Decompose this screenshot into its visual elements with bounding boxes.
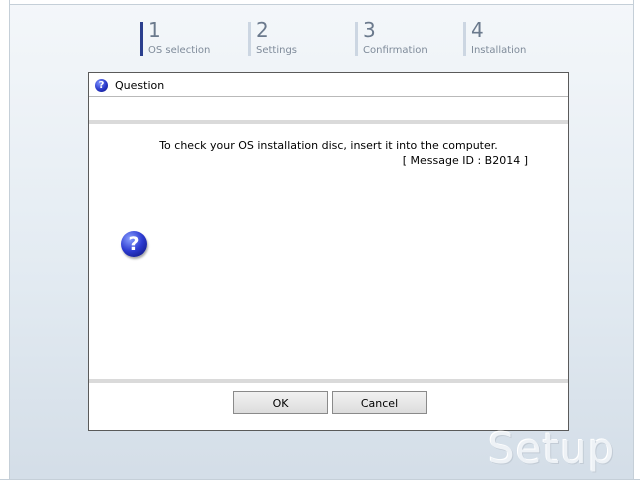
step-indicator-bar xyxy=(463,22,466,56)
dialog-message: To check your OS installation disc, inse… xyxy=(159,139,498,152)
step-indicator-bar xyxy=(248,22,251,56)
window-frame-right xyxy=(633,0,640,488)
ok-button[interactable]: OK xyxy=(233,391,328,414)
window-frame-bottom xyxy=(0,479,640,488)
header-separator xyxy=(89,120,568,124)
button-separator xyxy=(89,379,568,383)
step-number: 3 xyxy=(363,18,376,42)
question-icon: ? xyxy=(121,231,147,257)
step-number: 4 xyxy=(471,18,484,42)
step-label: Settings xyxy=(256,45,298,56)
step-label: Installation xyxy=(471,45,527,56)
dialog-title-bar: ? Question xyxy=(89,73,568,97)
setup-watermark: Setup xyxy=(488,424,616,473)
window-frame-left xyxy=(0,0,10,488)
step-label: Confirmation xyxy=(363,45,428,56)
cancel-button[interactable]: Cancel xyxy=(332,391,427,414)
question-dialog: ? Question To check your OS installation… xyxy=(88,72,569,431)
message-id: [ Message ID : B2014 ] xyxy=(402,154,528,167)
question-icon: ? xyxy=(95,79,108,92)
window-frame-top xyxy=(0,0,640,5)
step-indicator-bar xyxy=(355,22,358,56)
step-number: 1 xyxy=(148,18,161,42)
step-number: 2 xyxy=(256,18,269,42)
dialog-title: Question xyxy=(115,79,165,92)
step-label: OS selection xyxy=(148,45,211,56)
step-indicator-bar xyxy=(140,22,143,56)
